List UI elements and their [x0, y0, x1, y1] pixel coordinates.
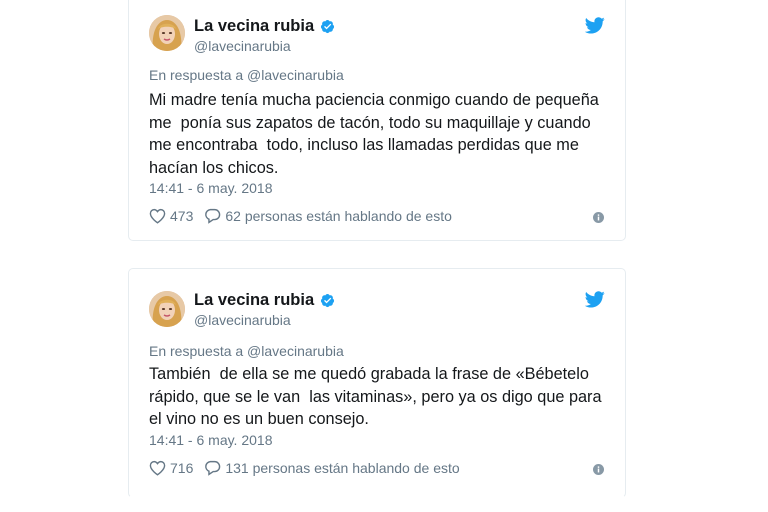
tweet-text: También de ella se me quedó grabada la f… [149, 365, 602, 428]
tweet-timestamp[interactable]: 14:41 - 6 may. 2018 [149, 432, 272, 448]
conversation-count[interactable]: 62 personas están hablando de esto [225, 208, 452, 224]
speech-bubble-icon[interactable] [204, 208, 221, 224]
author-name[interactable]: La vecina rubia [194, 17, 335, 36]
tweet-actions: 716 131 personas están hablando de esto [149, 460, 460, 476]
author-name-text[interactable]: La vecina rubia [194, 291, 314, 310]
reply-to-label[interactable]: En respuesta a @lavecinarubia [149, 67, 344, 83]
avatar[interactable] [149, 15, 185, 51]
author-name[interactable]: La vecina rubia [194, 291, 335, 310]
twitter-bird-icon[interactable] [585, 17, 605, 34]
heart-icon[interactable] [149, 208, 166, 224]
verified-badge-icon [321, 19, 335, 34]
tweet-text: Mi madre tenía mucha paciencia conmigo c… [149, 91, 599, 177]
author-handle[interactable]: @lavecinarubia [194, 38, 291, 54]
author-name-text[interactable]: La vecina rubia [194, 17, 314, 36]
avatar[interactable] [149, 291, 185, 327]
verified-badge-icon [321, 293, 335, 308]
conversation-count[interactable]: 131 personas están hablando de esto [225, 460, 459, 476]
speech-bubble-icon[interactable] [204, 460, 221, 476]
info-icon[interactable] [593, 212, 604, 223]
tweet-actions: 473 62 personas están hablando de esto [149, 208, 452, 224]
like-count[interactable]: 716 [170, 460, 193, 476]
tweet-card[interactable]: La vecina rubia @lavecinarubia En respue… [128, 268, 626, 498]
like-count[interactable]: 473 [170, 208, 193, 224]
tweet-card[interactable]: La vecina rubia @lavecinarubia En respue… [128, 0, 626, 241]
twitter-bird-icon[interactable] [585, 291, 605, 308]
reply-to-label[interactable]: En respuesta a @lavecinarubia [149, 343, 344, 359]
info-icon[interactable] [593, 464, 604, 475]
tweet-timestamp[interactable]: 14:41 - 6 may. 2018 [149, 180, 272, 196]
heart-icon[interactable] [149, 460, 166, 476]
author-handle[interactable]: @lavecinarubia [194, 312, 291, 328]
